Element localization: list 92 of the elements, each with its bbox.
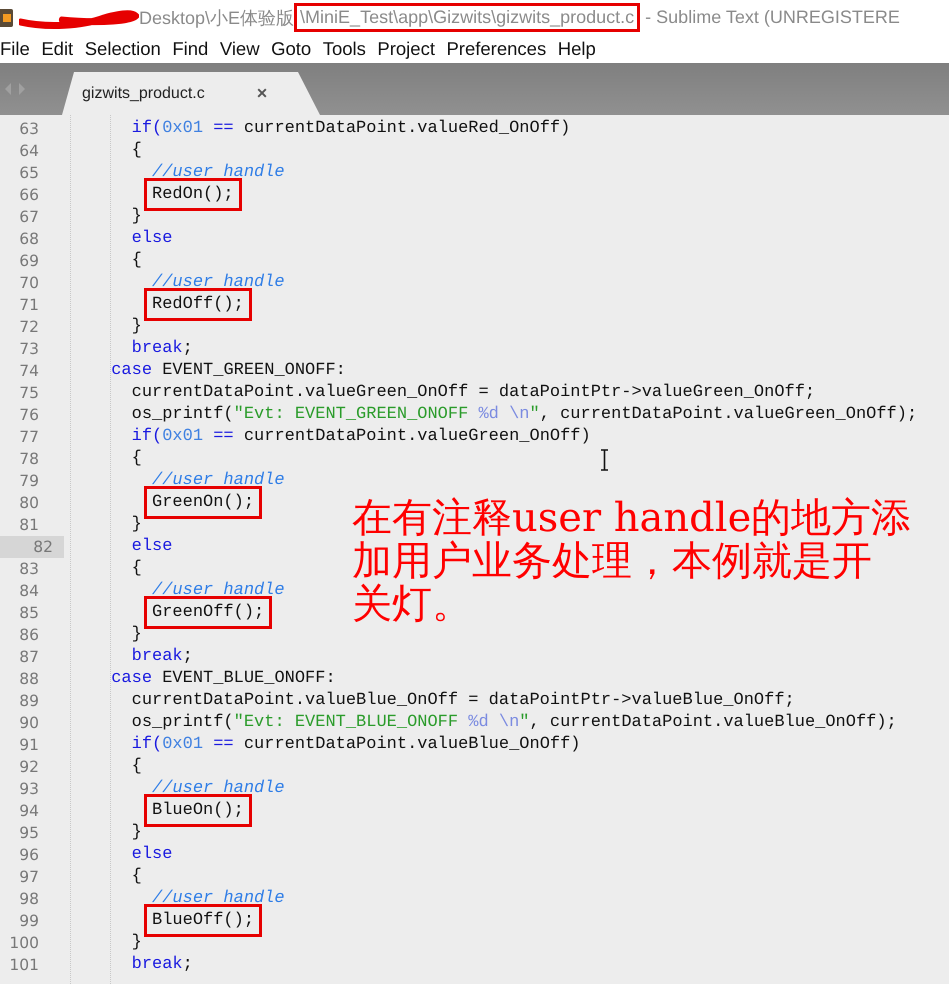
line-number: 65 bbox=[18, 163, 40, 184]
line-number: 68 bbox=[18, 229, 40, 250]
line-number: 85 bbox=[18, 603, 40, 624]
line-number: 89 bbox=[18, 691, 40, 712]
highlighted-path: \MiniE_Test\app\Gizwits\gizwits_product.c bbox=[294, 3, 640, 32]
line-number: 100 bbox=[8, 933, 40, 954]
menu-item[interactable]: Selection bbox=[84, 38, 161, 60]
highlighted-call: GreenOn(); bbox=[144, 486, 262, 519]
menu-item[interactable]: Goto bbox=[271, 38, 312, 60]
title-text: - Sublime Text (UNREGISTERE bbox=[644, 7, 900, 28]
line-number: 80 bbox=[18, 493, 40, 514]
line-number: 73 bbox=[18, 339, 40, 360]
line-number: 83 bbox=[18, 559, 40, 580]
code-line: { bbox=[130, 756, 142, 778]
line-number: 94 bbox=[18, 801, 40, 822]
line-number: 90 bbox=[18, 713, 40, 734]
text-cursor-icon bbox=[600, 449, 609, 471]
line-number: 67 bbox=[18, 207, 40, 228]
line-number: 76 bbox=[18, 405, 40, 426]
line-number: 74 bbox=[18, 361, 40, 382]
menu-item[interactable]: Help bbox=[558, 38, 596, 60]
highlighted-call: BlueOn(); bbox=[144, 794, 252, 827]
menu-item[interactable]: File bbox=[0, 38, 30, 60]
code-line: os_printf("Evt: EVENT_BLUE_ONOFF %d \n", currentDataPoint.valueBlue_OnOff); bbox=[130, 712, 897, 734]
highlighted-call: BlueOff(); bbox=[144, 904, 262, 937]
code-line: } bbox=[130, 822, 142, 844]
code-line: if(0x01 == currentDataPoint.valueBlue_OnOff) bbox=[130, 734, 580, 756]
line-number: 97 bbox=[18, 867, 40, 888]
line-number: 87 bbox=[18, 647, 40, 668]
line-number: 96 bbox=[18, 845, 40, 866]
annotation-text: 在有注释user handle的地方添 加用户业务处理，本例就是开 关灯。 bbox=[352, 497, 912, 626]
code-line: else bbox=[130, 228, 172, 250]
menu-item[interactable]: Edit bbox=[41, 38, 74, 60]
line-number: 75 bbox=[18, 383, 40, 404]
line-number: 71 bbox=[18, 295, 40, 316]
code-line: { bbox=[130, 140, 142, 162]
line-number: 69 bbox=[18, 251, 40, 272]
file-tab[interactable]: gizwits_product.c × bbox=[62, 72, 320, 115]
code-line: { bbox=[130, 448, 142, 470]
code-line: else bbox=[130, 536, 172, 558]
code-line: if(0x01 == currentDataPoint.valueGreen_OnOff) bbox=[130, 426, 591, 448]
code-line: break; bbox=[130, 646, 193, 668]
line-number: 88 bbox=[18, 669, 40, 690]
code-line: case EVENT_BLUE_ONOFF: bbox=[110, 668, 336, 690]
code-line: os_printf("Evt: EVENT_GREEN_ONOFF %d \n", currentDataPoint.valueGreen_OnOff); bbox=[130, 404, 918, 426]
title-text: Desktop\小E体验版 bbox=[139, 6, 294, 30]
code-line: break; bbox=[130, 338, 193, 360]
left-arrow-icon[interactable] bbox=[4, 83, 12, 95]
menu-item[interactable]: Project bbox=[377, 38, 435, 60]
code-line: currentDataPoint.valueBlue_OnOff = dataPointPtr->valueBlue_OnOff; bbox=[130, 690, 795, 712]
app-icon bbox=[0, 8, 13, 26]
code-line: } bbox=[130, 206, 142, 228]
line-number: 95 bbox=[18, 823, 40, 844]
code-line: } bbox=[130, 514, 142, 536]
code-line: { bbox=[130, 866, 142, 888]
line-number: 84 bbox=[18, 581, 40, 602]
line-number: 101 bbox=[8, 955, 40, 976]
menu-item[interactable]: Find bbox=[172, 38, 208, 60]
code-line: } bbox=[130, 624, 142, 646]
line-number: 63 bbox=[18, 119, 40, 140]
line-number: 72 bbox=[18, 317, 40, 338]
code-line: } bbox=[130, 316, 142, 338]
line-number: 92 bbox=[18, 757, 40, 778]
line-number: 82 bbox=[0, 536, 64, 558]
code-line: { bbox=[130, 558, 142, 580]
menu-item[interactable]: Tools bbox=[322, 38, 366, 60]
code-line: if(0x01 == currentDataPoint.valueRed_OnOff) bbox=[130, 118, 570, 140]
close-icon[interactable]: × bbox=[256, 83, 268, 104]
line-number: 91 bbox=[18, 735, 40, 756]
line-number: 70 bbox=[18, 273, 40, 294]
line-number: 64 bbox=[18, 141, 40, 162]
line-number: 77 bbox=[18, 427, 40, 448]
line-number: 86 bbox=[18, 625, 40, 646]
code-line: break; bbox=[130, 954, 193, 976]
line-number: 93 bbox=[18, 779, 40, 800]
code-line: } bbox=[130, 932, 142, 954]
line-number: 98 bbox=[18, 889, 40, 910]
highlighted-call: RedOn(); bbox=[144, 178, 242, 211]
menu-item[interactable]: View bbox=[220, 38, 260, 60]
highlighted-call: GreenOff(); bbox=[144, 596, 272, 629]
code-line: else bbox=[130, 844, 172, 866]
code-line: case EVENT_GREEN_ONOFF: bbox=[110, 360, 346, 382]
menu-item[interactable]: Preferences bbox=[446, 38, 546, 60]
code-line: currentDataPoint.valueGreen_OnOff = dataPointPtr->valueGreen_OnOff; bbox=[130, 382, 816, 404]
line-number: 81 bbox=[18, 515, 40, 536]
right-arrow-icon[interactable] bbox=[18, 83, 26, 95]
line-number: 79 bbox=[18, 471, 40, 492]
line-number: 66 bbox=[18, 185, 40, 206]
line-number: 99 bbox=[18, 911, 40, 932]
highlighted-call: RedOff(); bbox=[144, 288, 252, 321]
code-line: { bbox=[130, 250, 142, 272]
line-number: 78 bbox=[18, 449, 40, 470]
